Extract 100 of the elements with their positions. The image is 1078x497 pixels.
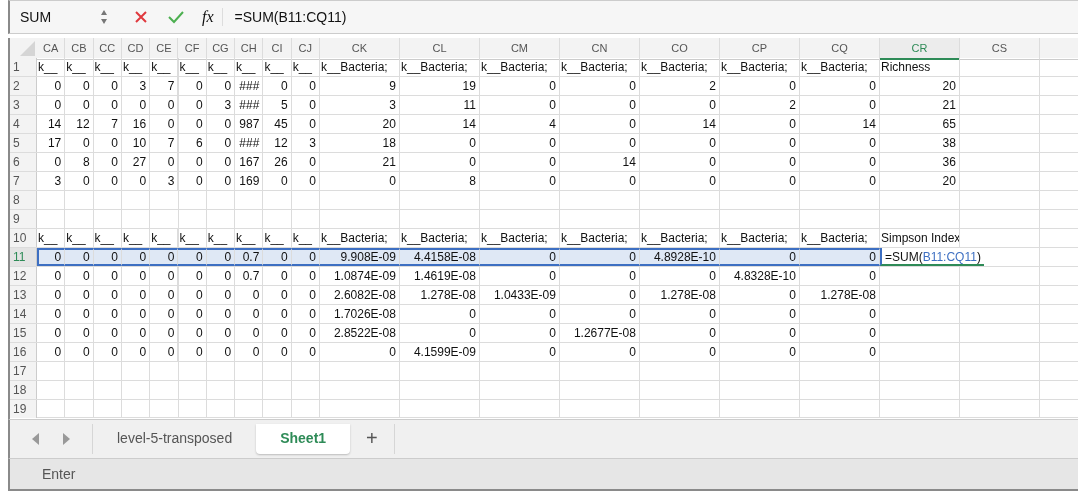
table-cell: k__Bacteria; (319, 58, 400, 76)
cell-editor[interactable]: =SUM(B11:CQ11) (879, 248, 984, 266)
table-cell: 0 (178, 324, 207, 342)
table-cell: 11 (399, 96, 480, 114)
previous-sheet-icon[interactable] (32, 433, 40, 445)
table-cell: 0 (37, 77, 66, 95)
table-cell: 0 (37, 248, 66, 266)
next-sheet-icon[interactable] (62, 433, 70, 445)
table-cell: 0 (65, 77, 94, 95)
table-cell: 0 (150, 267, 179, 285)
add-sheet-button[interactable]: + (350, 424, 395, 454)
table-cell: 0 (291, 172, 320, 190)
table-cell: 0 (37, 324, 66, 342)
table-cell: 0 (559, 305, 640, 323)
table-cell: 0 (639, 172, 720, 190)
table-cell: 4.8928E-10 (639, 248, 720, 266)
table-cell: 7 (93, 115, 122, 133)
table-cell: k__Bacteria; (399, 229, 480, 247)
table-cell: 0 (719, 153, 800, 171)
sheet-tab[interactable]: level-5-transposed (93, 424, 257, 454)
table-cell: 0 (178, 248, 207, 266)
row-header[interactable]: 5 (10, 134, 37, 152)
table-cell: 0 (291, 343, 320, 361)
table-cell: 0 (559, 134, 640, 152)
table-cell: 0 (559, 96, 640, 114)
row-header[interactable]: 10 (10, 229, 37, 247)
table-cell: 0 (37, 286, 66, 304)
table-cell: 1.2677E-08 (559, 324, 640, 342)
formula-field[interactable]: =SUM(B11:CQ11) (230, 9, 347, 25)
row-header[interactable]: 19 (10, 400, 37, 418)
row-header[interactable]: 2 (10, 77, 37, 95)
table-cell: k__ (121, 58, 151, 76)
table-cell: k__Bacteria; (799, 58, 880, 76)
row-header[interactable]: 7 (10, 172, 37, 190)
table-cell: 2.8522E-08 (319, 324, 400, 342)
table-cell: 1.278E-08 (399, 286, 480, 304)
cancel-icon[interactable] (134, 10, 148, 24)
table-cell: 0 (121, 286, 151, 304)
table-cell: 0 (93, 324, 122, 342)
row-header[interactable]: 17 (10, 362, 37, 380)
table-cell: 167 (235, 153, 264, 171)
table-cell: 0 (263, 172, 292, 190)
table-cell: 0 (559, 343, 640, 361)
table-cell: 3 (150, 172, 179, 190)
table-cell: 14 (799, 115, 880, 133)
table-cell: 45 (263, 115, 292, 133)
row-header[interactable]: 14 (10, 305, 37, 323)
table-cell: 0 (206, 305, 236, 323)
row-header[interactable]: 9 (10, 210, 37, 228)
table-cell: 0 (65, 96, 94, 114)
row-header[interactable]: 12 (10, 267, 37, 285)
table-cell: 0 (559, 248, 640, 266)
table-cell: 0 (37, 343, 66, 361)
table-cell: 0 (150, 324, 179, 342)
row-header[interactable]: 13 (10, 286, 37, 304)
table-cell: 0 (65, 305, 94, 323)
row-header[interactable]: 15 (10, 324, 37, 342)
row-header[interactable]: 3 (10, 96, 37, 114)
table-cell: 0 (178, 305, 207, 323)
sheet-tab[interactable]: Sheet1 (256, 424, 351, 454)
table-cell: 0 (206, 134, 236, 152)
table-cell: 9 (319, 77, 400, 95)
table-cell: k__ (37, 58, 66, 76)
table-cell: 27 (121, 153, 151, 171)
table-cell: k__Bacteria; (479, 58, 560, 76)
table-cell: 0 (178, 286, 207, 304)
table-cell: 14 (559, 153, 640, 171)
row-header[interactable]: 16 (10, 343, 37, 361)
table-cell: 0 (799, 134, 880, 152)
name-box[interactable]: SUM (10, 9, 100, 25)
row-header[interactable]: 18 (10, 381, 37, 399)
confirm-icon[interactable] (168, 10, 184, 24)
table-cell: 17 (37, 134, 66, 152)
table-cell: 20 (879, 77, 960, 95)
table-cell: 0 (559, 286, 640, 304)
table-cell: 0 (479, 134, 560, 152)
table-cell: 0 (399, 305, 480, 323)
table-cell: 0 (150, 96, 179, 114)
table-cell: 0 (93, 96, 122, 114)
table-cell: 0 (178, 172, 207, 190)
row-header[interactable]: 8 (10, 191, 37, 209)
table-cell: 0 (291, 96, 320, 114)
stepper-icon[interactable] (100, 9, 108, 25)
table-cell: 0 (639, 267, 720, 285)
table-cell: 0 (93, 305, 122, 323)
table-cell: 0 (65, 343, 94, 361)
table-cell: 0 (479, 172, 560, 190)
table-cell: 0 (319, 343, 400, 361)
table-cell: k__ (235, 229, 264, 247)
function-button[interactable]: fx (202, 8, 223, 26)
column-header[interactable]: CR (879, 38, 960, 60)
table-cell: 12 (263, 134, 292, 152)
table-cell: k__Bacteria; (559, 229, 640, 247)
table-cell: 0 (291, 324, 320, 342)
row-header[interactable]: 6 (10, 153, 37, 171)
table-cell: 0 (121, 96, 151, 114)
row-header[interactable]: 1 (10, 58, 37, 76)
row-header[interactable]: 4 (10, 115, 37, 133)
table-cell: 0 (291, 267, 320, 285)
table-cell: 36 (879, 153, 960, 171)
